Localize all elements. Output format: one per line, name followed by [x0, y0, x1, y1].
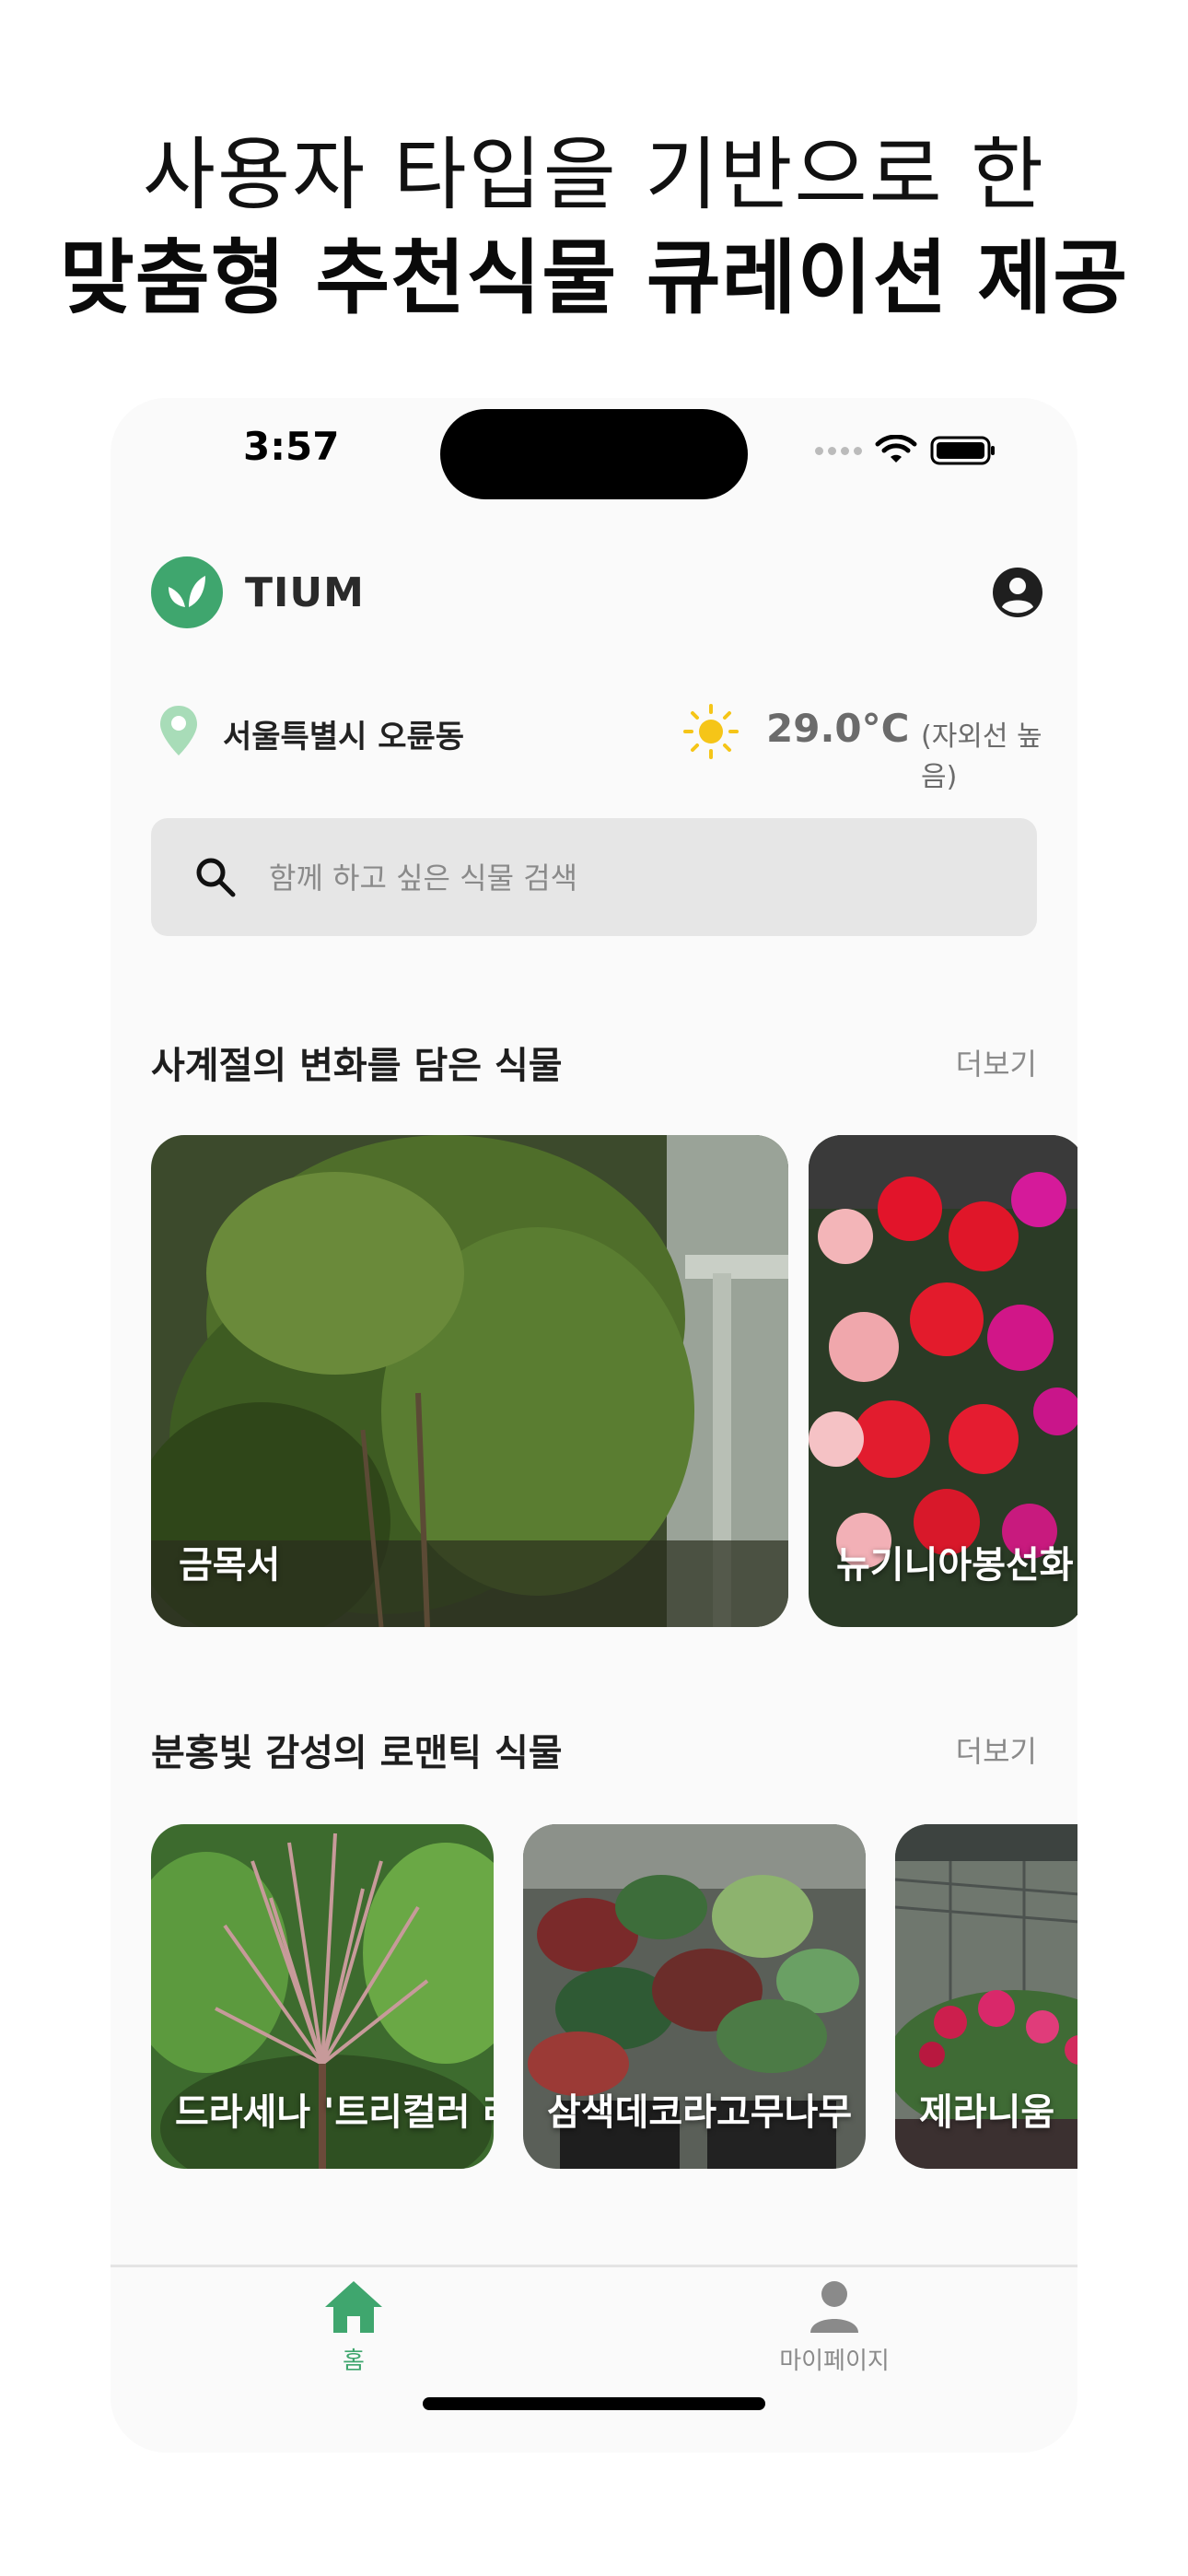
- profile-icon[interactable]: [991, 566, 1044, 619]
- uv-index-note: (자외선 높음): [921, 720, 1042, 793]
- wifi-icon: [875, 435, 917, 463]
- plant-card-label: 드라세나 '트리컬러 레인보우': [175, 2091, 494, 2134]
- app-logo-icon: [151, 556, 223, 628]
- plant-card[interactable]: 금목서: [151, 1135, 788, 1627]
- section-title-romantic: 분홍빛 감성의 로맨틱 식물: [151, 1732, 563, 1774]
- plant-card[interactable]: 드라세나 '트리컬러 레인보우': [151, 1824, 494, 2169]
- temperature: 29.0°C: [766, 706, 910, 751]
- phone-frame: 3:57 TIUM 서울특별시 오륜동 29.0°C (자외선 높음) 함께 하…: [111, 398, 1077, 2453]
- home-icon: [325, 2281, 382, 2333]
- section-title-seasonal: 사계절의 변화를 담은 식물: [151, 1045, 563, 1087]
- plant-card-label: 제라니움: [919, 2091, 1055, 2134]
- status-time: 3:57: [243, 424, 340, 469]
- tab-mypage[interactable]: 마이페이지: [724, 2277, 945, 2388]
- location-text: 서울특별시 오륜동: [223, 719, 465, 755]
- cellular-signal-icon: [815, 446, 862, 455]
- headline-line-2: 맞춤형 추천식물 큐레이션 제공: [59, 230, 1129, 325]
- status-icons: [815, 435, 996, 466]
- search-icon: [196, 858, 236, 897]
- marketing-headline: 사용자 타입을 기반으로 한 맞춤형 추천식물 큐레이션 제공: [0, 124, 1188, 329]
- location-pin-icon: [160, 706, 197, 755]
- app-header: TIUM: [151, 556, 1044, 630]
- plant-card[interactable]: 삼색데코라고무나무: [523, 1824, 866, 2169]
- battery-icon: [930, 436, 995, 465]
- more-link-seasonal[interactable]: 더보기: [956, 1041, 1037, 1083]
- search-bar[interactable]: [151, 818, 1037, 936]
- tab-bar-divider: [111, 2265, 1077, 2267]
- dynamic-island: [440, 409, 748, 499]
- person-icon: [810, 2281, 858, 2333]
- search-input[interactable]: [269, 855, 987, 901]
- headline-line-1: 사용자 타입을 기반으로 한: [142, 129, 1046, 221]
- sun-icon: [683, 704, 739, 759]
- home-indicator: [423, 2397, 765, 2410]
- plant-card-label: 삼색데코라고무나무: [547, 2091, 853, 2134]
- tab-home[interactable]: 홈: [243, 2277, 464, 2388]
- plant-card-label: 뉴기니아봉선화: [836, 1544, 1074, 1587]
- plant-card-label: 금목서: [179, 1544, 281, 1587]
- plant-card[interactable]: 뉴기니아봉선화: [809, 1135, 1077, 1627]
- plant-card[interactable]: 제라니움: [895, 1824, 1077, 2169]
- location-weather-row: 서울특별시 오륜동 29.0°C (자외선 높음): [158, 702, 1044, 793]
- screen: 사용자 타입을 기반으로 한 맞춤형 추천식물 큐레이션 제공 3:57 TIU…: [0, 0, 1188, 2576]
- app-title: TIUM: [245, 569, 365, 616]
- more-link-romantic[interactable]: 더보기: [956, 1728, 1037, 1771]
- tab-home-label: 홈: [343, 2348, 365, 2375]
- tab-mypage-label: 마이페이지: [779, 2348, 890, 2375]
